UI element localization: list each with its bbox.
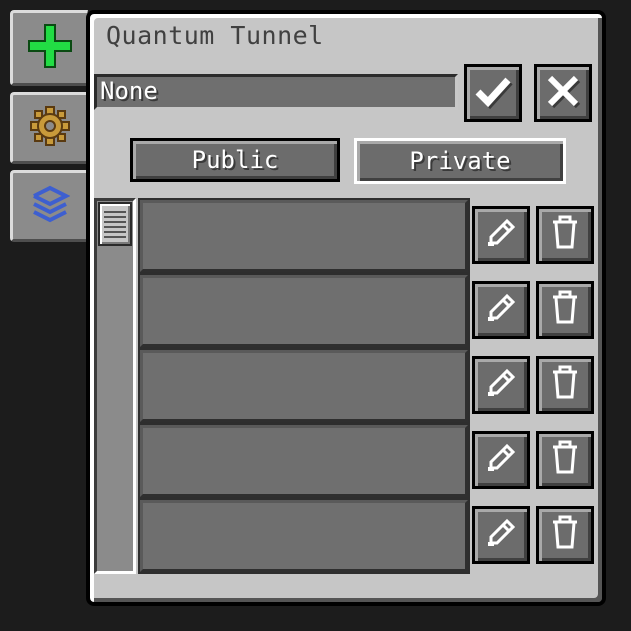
delete-tunnel-button[interactable] bbox=[536, 506, 594, 564]
trash-icon bbox=[549, 215, 581, 255]
list-scrollbar-thumb[interactable] bbox=[98, 202, 132, 246]
close-icon bbox=[545, 73, 581, 113]
public-button-label: Public bbox=[191, 146, 279, 174]
delete-tunnel-button[interactable] bbox=[536, 281, 594, 339]
pencil-icon bbox=[483, 215, 519, 255]
edit-tunnel-button[interactable] bbox=[472, 506, 530, 564]
green-plus-icon bbox=[26, 22, 74, 74]
side-tab-channels[interactable] bbox=[10, 170, 88, 242]
tunnel-name-field[interactable]: None bbox=[94, 74, 458, 110]
cancel-button[interactable] bbox=[534, 64, 592, 122]
tunnel-list-item[interactable] bbox=[140, 350, 468, 422]
delete-tunnel-button[interactable] bbox=[536, 356, 594, 414]
trash-icon bbox=[549, 290, 581, 330]
delete-tunnel-button[interactable] bbox=[536, 206, 594, 264]
private-button[interactable]: Private bbox=[354, 138, 566, 184]
edit-tunnel-button[interactable] bbox=[472, 206, 530, 264]
pencil-icon bbox=[483, 365, 519, 405]
pencil-icon bbox=[483, 290, 519, 330]
gear-icon bbox=[30, 106, 70, 150]
tunnel-list-item[interactable] bbox=[140, 425, 468, 497]
edit-tunnel-button[interactable] bbox=[472, 431, 530, 489]
public-button[interactable]: Public bbox=[130, 138, 340, 182]
private-button-label: Private bbox=[409, 147, 511, 175]
side-tab-add[interactable] bbox=[10, 10, 88, 86]
tunnel-list-item[interactable] bbox=[140, 200, 468, 272]
pencil-icon bbox=[483, 440, 519, 480]
edit-tunnel-button[interactable] bbox=[472, 356, 530, 414]
checkmark-icon bbox=[473, 71, 513, 115]
list-scrollbar-track[interactable] bbox=[94, 198, 136, 574]
tunnel-list-item[interactable] bbox=[140, 275, 468, 347]
trash-icon bbox=[549, 365, 581, 405]
delete-tunnel-button[interactable] bbox=[536, 431, 594, 489]
trash-icon bbox=[549, 515, 581, 555]
trash-icon bbox=[549, 440, 581, 480]
confirm-button[interactable] bbox=[464, 64, 522, 122]
tunnel-list-item[interactable] bbox=[140, 500, 468, 572]
pencil-icon bbox=[483, 515, 519, 555]
side-tab-settings[interactable] bbox=[10, 92, 88, 164]
window-title: Quantum Tunnel bbox=[106, 21, 324, 50]
stacked-layers-icon bbox=[30, 184, 71, 228]
edit-tunnel-button[interactable] bbox=[472, 281, 530, 339]
